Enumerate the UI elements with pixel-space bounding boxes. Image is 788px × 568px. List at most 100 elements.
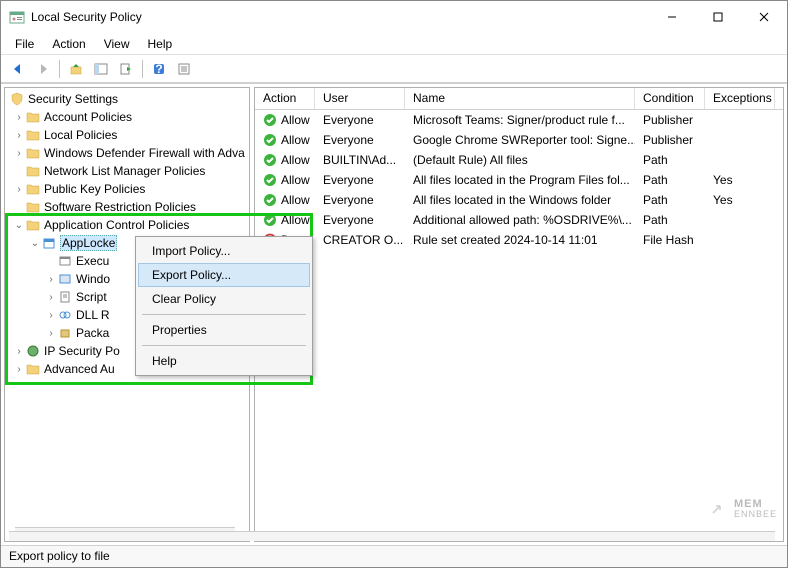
toolbar: ? [1,55,787,83]
tree-item-local[interactable]: ›Local Policies [5,126,249,144]
svg-text:?: ? [155,62,162,76]
column-exceptions[interactable]: Exceptions [705,88,775,109]
list-row[interactable]: AllowEveryoneAll files located in the Pr… [255,170,783,190]
rule-icon [57,290,73,304]
rule-icon [57,272,73,286]
chevron-right-icon: › [13,130,25,141]
cell-action: Allow [255,152,315,168]
list-pane[interactable]: Action User Name Condition Exceptions Al… [254,87,784,542]
folder-icon [25,146,41,160]
cell-user: Everyone [315,112,405,128]
chevron-down-icon: ⌄ [13,220,25,231]
tree-item-firewall[interactable]: ›Windows Defender Firewall with Adva [5,144,249,162]
context-separator [142,314,306,315]
context-export[interactable]: Export Policy... [138,263,310,287]
app-icon [9,9,25,25]
list-row[interactable]: AllowEveryoneAdditional allowed path: %O… [255,210,783,230]
folder-icon [25,362,41,376]
statusbar: Export policy to file [1,545,787,567]
list-row[interactable]: AllowBUILTIN\Ad...(Default Rule) All fil… [255,150,783,170]
cell-name: Additional allowed path: %OSDRIVE%\... [405,212,635,228]
folder-icon [25,218,41,232]
cell-condition: Path [635,192,705,208]
menubar: File Action View Help [1,33,787,55]
cell-name: (Default Rule) All files [405,152,635,168]
cell-action: Allow [255,172,315,188]
chevron-down-icon: ⌄ [29,238,41,249]
back-button[interactable] [7,58,29,80]
context-import[interactable]: Import Policy... [138,239,310,263]
tree-item-pubkey[interactable]: ›Public Key Policies [5,180,249,198]
cell-user: CREATOR O... [315,232,405,248]
column-action[interactable]: Action [255,88,315,109]
export-list-button[interactable] [115,58,137,80]
cell-condition: Publisher [635,112,705,128]
minimize-button[interactable] [649,1,695,33]
cell-exceptions [705,219,775,221]
rule-icon [57,308,73,322]
cell-user: Everyone [315,172,405,188]
tree-item-srp[interactable]: Software Restriction Policies [5,198,249,216]
cell-exceptions [705,139,775,141]
folder-icon [25,182,41,196]
cell-exceptions [705,119,775,121]
watermark: MEMENNBEE [710,499,777,519]
tree-item-network[interactable]: Network List Manager Policies [5,162,249,180]
folder-icon [25,128,41,142]
cell-condition: File Hash [635,232,705,248]
list-header: Action User Name Condition Exceptions [255,88,783,110]
maximize-button[interactable] [695,1,741,33]
cell-action: Allow [255,212,315,228]
menu-help[interactable]: Help [140,35,181,53]
cell-user: Everyone [315,212,405,228]
column-condition[interactable]: Condition [635,88,705,109]
window-title: Local Security Policy [31,10,142,24]
window: Local Security Policy File Action View H… [0,0,788,568]
cell-action: Allow [255,192,315,208]
list-row[interactable]: AllowEveryoneMicrosoft Teams: Signer/pro… [255,110,783,130]
body: Security Settings ›Account Policies ›Loc… [1,83,787,545]
chevron-right-icon: › [45,292,57,303]
context-menu: Import Policy... Export Policy... Clear … [135,236,313,376]
menu-view[interactable]: View [96,35,138,53]
cell-name: Microsoft Teams: Signer/product rule f..… [405,112,635,128]
folder-icon [25,110,41,124]
chevron-right-icon: › [45,328,57,339]
context-properties[interactable]: Properties [138,318,310,342]
show-hide-tree-button[interactable] [90,58,112,80]
cell-user: Everyone [315,192,405,208]
status-text: Export policy to file [9,549,110,563]
list-row[interactable]: DenyCREATOR O...Rule set created 2024-10… [255,230,783,250]
column-name[interactable]: Name [405,88,635,109]
menu-file[interactable]: File [7,35,42,53]
cell-condition: Path [635,212,705,228]
rule-icon [57,254,73,268]
tree-item-account[interactable]: ›Account Policies [5,108,249,126]
tree-root[interactable]: Security Settings [5,90,249,108]
menu-action[interactable]: Action [44,35,93,53]
cell-name: All files located in the Windows folder [405,192,635,208]
list-body: AllowEveryoneMicrosoft Teams: Signer/pro… [255,110,783,250]
context-help[interactable]: Help [138,349,310,373]
chevron-right-icon: › [45,310,57,321]
chevron-right-icon: › [13,364,25,375]
cell-exceptions: Yes [705,172,775,188]
tree-item-acp[interactable]: ⌄Application Control Policies [5,216,249,234]
cell-exceptions [705,239,775,241]
cell-name: All files located in the Program Files f… [405,172,635,188]
context-clear[interactable]: Clear Policy [138,287,310,311]
list-row[interactable]: AllowEveryoneGoogle Chrome SWReporter to… [255,130,783,150]
cell-condition: Path [635,172,705,188]
properties-button[interactable] [173,58,195,80]
column-user[interactable]: User [315,88,405,109]
folder-icon [25,200,41,214]
up-button[interactable] [65,58,87,80]
close-button[interactable] [741,1,787,33]
list-row[interactable]: AllowEveryoneAll files located in the Wi… [255,190,783,210]
forward-button[interactable] [32,58,54,80]
rule-icon [57,326,73,340]
cell-action: Allow [255,132,315,148]
help-button[interactable]: ? [148,58,170,80]
scrollbar-horizontal[interactable] [254,531,775,541]
ipsec-icon [25,344,41,358]
